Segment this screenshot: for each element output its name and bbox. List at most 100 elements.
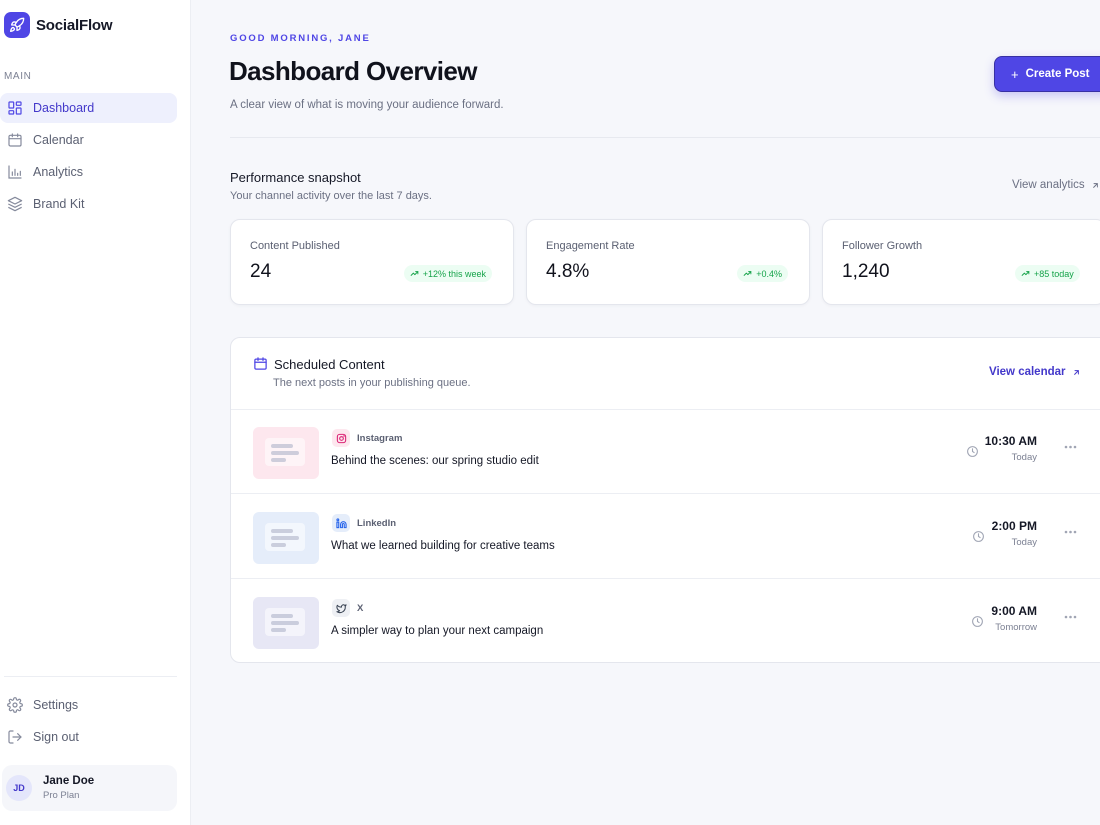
performance-subtitle: Your channel activity over the last 7 da… bbox=[230, 190, 432, 202]
post-title: What we learned building for creative te… bbox=[331, 540, 555, 552]
post-time: 10:30 AM bbox=[984, 434, 1037, 448]
list-item[interactable]: X A simpler way to plan your next campai… bbox=[231, 580, 1100, 662]
stat-value: 24 bbox=[250, 261, 272, 282]
view-calendar-link[interactable]: View calendar bbox=[989, 366, 1081, 378]
performance-title: Performance snapshot bbox=[230, 170, 361, 185]
header-divider bbox=[230, 137, 1100, 138]
list-item[interactable]: Instagram Behind the scenes: our spring … bbox=[231, 410, 1100, 494]
post-title: Behind the scenes: our spring studio edi… bbox=[331, 455, 539, 467]
sidebar: SocialFlow MAIN Dashboard Calendar Analy… bbox=[0, 0, 191, 825]
post-thumbnail bbox=[253, 512, 319, 564]
post-title: A simpler way to plan your next campaign bbox=[331, 625, 544, 637]
thumbnail-line bbox=[271, 543, 286, 547]
row-divider bbox=[231, 578, 1100, 579]
instagram-icon bbox=[332, 429, 350, 447]
calendar-icon bbox=[253, 356, 268, 371]
scheduled-title: Scheduled Content bbox=[274, 357, 385, 372]
sidebar-item-label: Settings bbox=[33, 698, 79, 712]
thumbnail-placeholder bbox=[265, 608, 305, 636]
view-analytics-link[interactable]: View analytics bbox=[1012, 179, 1100, 191]
post-time: 2:00 PM bbox=[991, 519, 1037, 533]
thumbnail-line bbox=[271, 628, 286, 632]
sidebar-bottom-nav: Settings Sign out bbox=[0, 690, 191, 754]
thumbnail-line bbox=[271, 536, 299, 540]
calendar-icon bbox=[7, 132, 23, 148]
brand[interactable]: SocialFlow bbox=[4, 12, 113, 38]
post-day: Tomorrow bbox=[995, 622, 1037, 633]
platform-name: LinkedIn bbox=[357, 518, 397, 529]
sidebar-item-label: Sign out bbox=[33, 730, 79, 744]
more-options-icon[interactable] bbox=[1064, 615, 1077, 619]
create-post-label: Create Post bbox=[1025, 68, 1090, 80]
badge-text: +85 today bbox=[1034, 268, 1074, 279]
badge-text: +0.4% bbox=[756, 268, 782, 279]
view-calendar-label: View calendar bbox=[989, 366, 1066, 378]
thumbnail-line bbox=[271, 529, 293, 533]
linkedin-icon bbox=[332, 514, 350, 532]
row-divider bbox=[231, 493, 1100, 494]
thumbnail-line bbox=[271, 451, 299, 455]
post-thumbnail bbox=[253, 427, 319, 479]
status-badge: +85 today bbox=[1015, 265, 1080, 282]
post-day: Today bbox=[1011, 452, 1037, 463]
stat-card-engagement-rate: Engagement Rate 4.8% +0.4% bbox=[526, 219, 810, 305]
sidebar-item-sign-out[interactable]: Sign out bbox=[0, 722, 177, 752]
user-name: Jane Doe bbox=[43, 775, 95, 787]
stat-value: 1,240 bbox=[842, 261, 890, 282]
thumbnail-line bbox=[271, 458, 286, 462]
avatar: JD bbox=[6, 775, 32, 801]
plus-icon: + bbox=[1011, 66, 1019, 82]
trend-up-icon bbox=[1021, 269, 1030, 278]
grid-icon bbox=[7, 100, 23, 116]
sidebar-item-brand-kit[interactable]: Brand Kit bbox=[0, 189, 177, 219]
status-badge: +12% this week bbox=[403, 265, 492, 282]
user-info: Jane Doe Pro Plan bbox=[43, 775, 94, 801]
bar-chart-icon bbox=[7, 164, 23, 180]
sidebar-item-label: Dashboard bbox=[33, 101, 95, 115]
thumbnail-line bbox=[271, 621, 299, 625]
more-options-icon[interactable] bbox=[1064, 530, 1077, 534]
gear-icon bbox=[7, 697, 23, 713]
stat-card-follower-growth: Follower Growth 1,240 +85 today bbox=[822, 219, 1100, 305]
arrow-up-right-icon bbox=[1072, 368, 1081, 377]
arrow-up-right-icon bbox=[1091, 181, 1100, 190]
sidebar-item-calendar[interactable]: Calendar bbox=[0, 125, 177, 155]
list-item[interactable]: LinkedIn What we learned building for cr… bbox=[231, 495, 1100, 579]
scheduled-subtitle: The next posts in your publishing queue. bbox=[273, 377, 471, 389]
post-thumbnail bbox=[253, 597, 319, 649]
stat-value: 4.8% bbox=[546, 261, 590, 282]
platform-name: X bbox=[357, 603, 364, 614]
scheduled-content-panel: Scheduled Content The next posts in your… bbox=[230, 337, 1100, 663]
brand-name: SocialFlow bbox=[36, 16, 113, 34]
platform-name: Instagram bbox=[357, 433, 403, 444]
status-badge: +0.4% bbox=[737, 265, 788, 282]
thumbnail-line bbox=[271, 444, 293, 448]
trend-up-icon bbox=[410, 269, 419, 278]
sidebar-nav: Dashboard Calendar Analytics Brand Kit bbox=[0, 93, 191, 221]
trend-up-icon bbox=[743, 269, 752, 278]
create-post-button[interactable]: + Create Post bbox=[994, 56, 1100, 92]
more-options-icon[interactable] bbox=[1064, 445, 1077, 449]
thumbnail-placeholder bbox=[265, 523, 305, 551]
stat-card-content-published: Content Published 24 +12% this week bbox=[230, 219, 514, 305]
sidebar-item-analytics[interactable]: Analytics bbox=[0, 157, 177, 187]
sidebar-item-settings[interactable]: Settings bbox=[0, 690, 177, 720]
stat-label: Content Published bbox=[250, 240, 340, 252]
view-analytics-label: View analytics bbox=[1012, 179, 1085, 191]
post-time: 9:00 AM bbox=[991, 604, 1037, 618]
page-title: Dashboard Overview bbox=[229, 56, 477, 86]
user-card[interactable]: JD Jane Doe Pro Plan bbox=[2, 765, 177, 811]
sidebar-item-dashboard[interactable]: Dashboard bbox=[0, 93, 177, 123]
rocket-icon bbox=[4, 12, 30, 38]
sign-out-icon bbox=[7, 729, 23, 745]
stat-label: Engagement Rate bbox=[546, 240, 635, 252]
sidebar-divider bbox=[4, 676, 177, 677]
greeting: GOOD MORNING, JANE bbox=[230, 33, 371, 44]
badge-text: +12% this week bbox=[422, 268, 486, 279]
thumbnail-line bbox=[271, 614, 293, 618]
sidebar-item-label: Analytics bbox=[33, 165, 84, 179]
post-day: Today bbox=[1011, 537, 1037, 548]
user-plan: Pro Plan bbox=[43, 790, 80, 801]
thumbnail-placeholder bbox=[265, 438, 305, 466]
twitter-icon bbox=[332, 599, 350, 617]
